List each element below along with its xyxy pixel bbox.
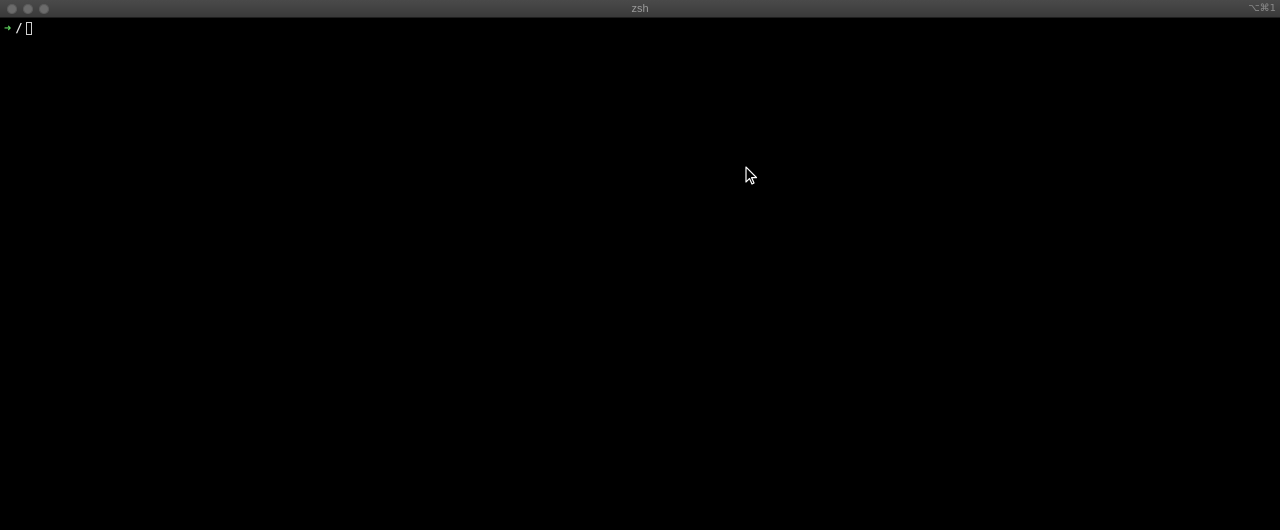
prompt-line: ➜ /: [4, 20, 33, 36]
window-title: zsh: [631, 3, 649, 15]
prompt-arrow-icon: ➜: [4, 21, 12, 35]
title-bar[interactable]: zsh ⌥⌘1: [0, 0, 1280, 18]
terminal-window: zsh ⌥⌘1 ➜ /: [0, 0, 1280, 530]
terminal-area[interactable]: ➜ /: [0, 18, 1280, 530]
current-directory: /: [15, 21, 23, 35]
text-cursor: [26, 22, 33, 35]
arrow-pointer-icon: [745, 166, 758, 185]
window-shortcut: ⌥⌘1: [1248, 3, 1276, 14]
